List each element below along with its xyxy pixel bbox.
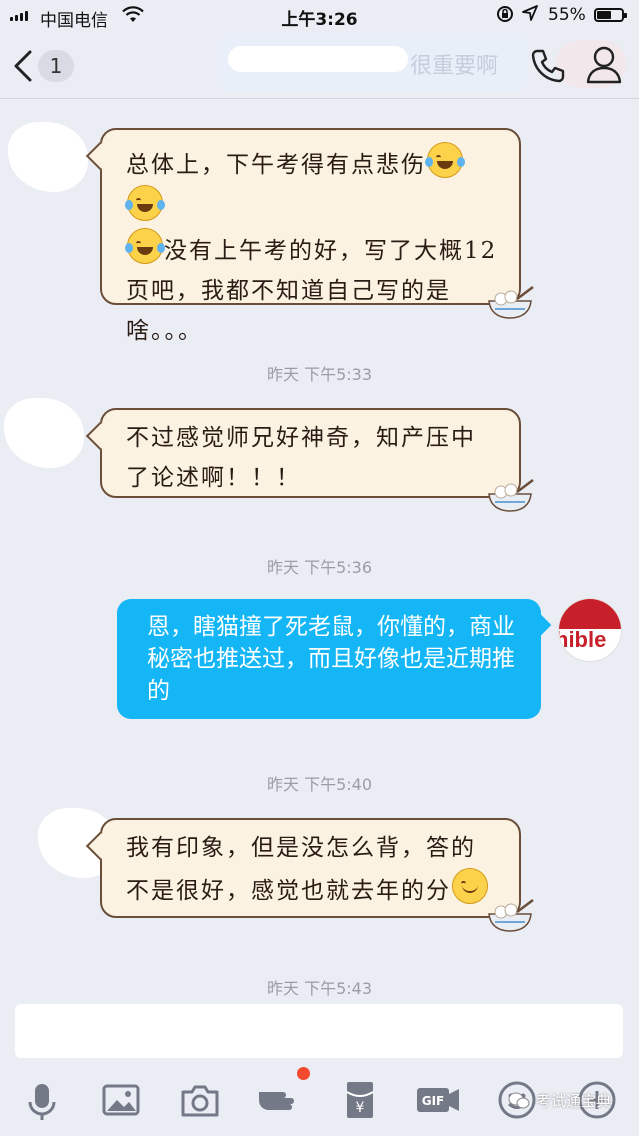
battery-icon (594, 8, 627, 22)
message-text: 恩，瞎猫撞了死老鼠，你懂的，商业秘密也推送过，而且好像也是近期推的 (147, 614, 515, 704)
call-button[interactable] (528, 46, 568, 90)
message-text: 不过感觉师兄好神奇，知产压中了论述啊！！！ (126, 425, 476, 491)
my-message-bubble[interactable]: 恩，瞎猫撞了死老鼠，你懂的，商业秘密也推送过，而且好像也是近期推的 (117, 599, 552, 719)
watermark-text: 考试通宝典 (536, 1092, 612, 1110)
battery-percent: 55% (548, 5, 586, 25)
message-text: 总体上，下午考得有点悲伤 (126, 152, 426, 178)
timestamp: 昨天 下午5:40 (266, 775, 373, 794)
clock: 上午3:26 (281, 10, 358, 30)
timestamp: 昨天 下午5:36 (266, 558, 373, 577)
camera-icon[interactable] (178, 1078, 222, 1122)
watermark: 考试通宝典 (508, 1090, 611, 1111)
bowl-decoration-icon (488, 899, 534, 932)
bowl-decoration-icon (488, 479, 534, 512)
message-bubble[interactable]: 不过感觉师兄好神奇，知产压中了论述啊！！！ (85, 408, 534, 512)
tears-of-joy-icon (125, 185, 165, 221)
my-avatar[interactable]: hible (558, 598, 622, 662)
svg-text:¥: ¥ (356, 1100, 365, 1116)
gif-icon[interactable]: GIF (415, 1078, 459, 1122)
notification-dot (297, 1067, 310, 1080)
chat-title: 很重要啊 (410, 54, 499, 79)
unread-count-badge[interactable]: 1 (38, 50, 74, 82)
timestamp: 昨天 下午5:33 (266, 365, 373, 384)
message-bubble[interactable]: 我有印象，但是没怎么背，答的不是很好，感觉也就去年的分 (85, 818, 534, 932)
avatar-text: hible (558, 627, 607, 652)
message-input[interactable] (15, 1004, 623, 1058)
profile-button[interactable] (584, 44, 624, 90)
location-icon (522, 5, 538, 25)
blush-smile-icon (452, 868, 488, 904)
avatar[interactable] (4, 398, 84, 468)
wechat-icon (508, 1092, 530, 1108)
avatar[interactable] (8, 122, 88, 192)
redacted-name (228, 46, 408, 72)
phone-icon (531, 49, 565, 83)
microphone-icon[interactable] (20, 1078, 64, 1122)
message-text: 我有印象，但是没怎么背，答的不是很好，感觉也就去年的分 (126, 835, 476, 904)
image-icon[interactable] (99, 1078, 143, 1122)
message-bubble[interactable]: 总体上，下午考得有点悲伤没有上午考的好，写了大概12页吧，我都不知道自己写的是啥… (85, 128, 534, 344)
message-text: 没有上午考的好，写了大概12页吧，我都不知道自己写的是啥。。。 (126, 238, 498, 344)
chevron-left-icon (14, 50, 32, 82)
rotation-lock-icon (496, 5, 514, 27)
tears-of-joy-icon (425, 142, 465, 178)
hand-icon[interactable] (257, 1078, 301, 1122)
chat-header: 1 很重要啊 (0, 34, 639, 99)
tears-of-joy-icon (125, 228, 165, 264)
red-packet-icon[interactable]: ¥ (338, 1078, 382, 1122)
bowl-decoration-icon (488, 286, 534, 319)
svg-text:GIF: GIF (422, 1094, 445, 1108)
user-icon (586, 46, 622, 84)
timestamp: 昨天 下午5:43 (266, 979, 373, 998)
back-button[interactable] (8, 46, 38, 86)
status-bar: 中国电信 上午3:26 55% (0, 0, 639, 34)
